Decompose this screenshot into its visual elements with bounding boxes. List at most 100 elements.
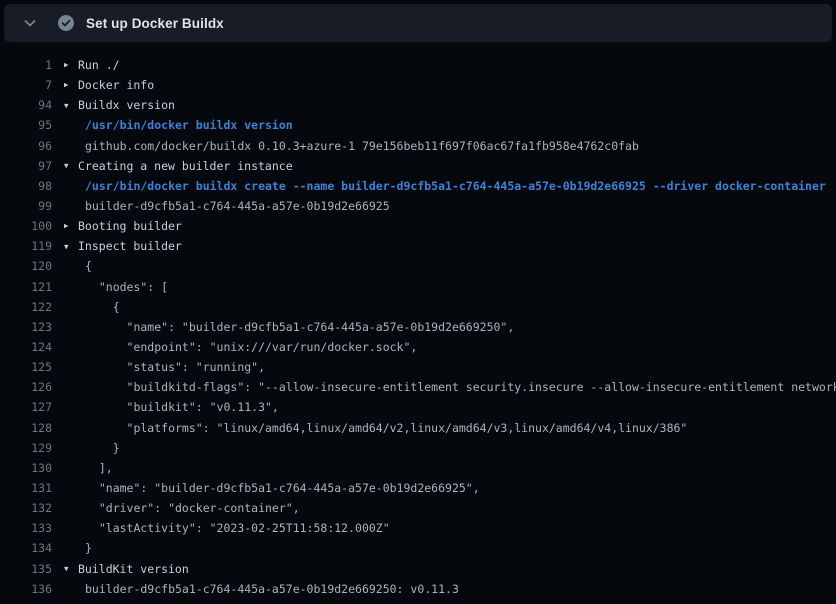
log-line: 130 ], — [0, 458, 836, 478]
log-line: 134} — [0, 538, 836, 558]
line-number[interactable]: 126 — [0, 380, 52, 394]
line-number[interactable]: 95 — [0, 118, 52, 132]
line-number[interactable]: 122 — [0, 300, 52, 314]
line-number[interactable]: 127 — [0, 400, 52, 414]
log-group-row[interactable]: 94 ▼ Buildx version — [0, 95, 836, 115]
line-number[interactable]: 125 — [0, 360, 52, 374]
group-label: BuildKit version — [78, 562, 189, 576]
log-line: 121 "nodes": [ — [0, 277, 836, 297]
output-text: builder-d9cfb5a1-c764-445a-a57e-0b19d2e6… — [78, 199, 390, 213]
group-label: Docker info — [78, 78, 154, 92]
log-group-row[interactable]: 100 ▶ Booting builder — [0, 216, 836, 236]
log-line: 129 } — [0, 438, 836, 458]
line-number[interactable]: 1 — [0, 58, 52, 72]
output-text: github.com/docker/buildx 0.10.3+azure-1 … — [78, 139, 639, 153]
line-number[interactable]: 97 — [0, 159, 52, 173]
log-line: 99 builder-d9cfb5a1-c764-445a-a57e-0b19d2… — [0, 196, 836, 216]
group-label: Run ./ — [78, 58, 120, 72]
disclosure-collapsed-icon[interactable]: ▶ — [64, 61, 69, 69]
line-number[interactable]: 135 — [0, 562, 52, 576]
output-text: "status": "running", — [78, 360, 265, 374]
output-text: } — [78, 541, 92, 555]
output-text: "endpoint": "unix:///var/run/docker.sock… — [78, 340, 417, 354]
step-header[interactable]: Set up Docker Buildx — [4, 4, 832, 42]
output-text: builder-d9cfb5a1-c764-445a-a57e-0b19d2e6… — [78, 582, 459, 596]
log-line: 136 builder-d9cfb5a1-c764-445a-a57e-0b19d… — [0, 579, 836, 599]
disclosure-expanded-icon[interactable]: ▼ — [64, 565, 69, 573]
log-line: 128 "platforms": "linux/amd64,linux/amd6… — [0, 418, 836, 438]
disclosure-expanded-icon[interactable]: ▼ — [64, 102, 69, 110]
line-number[interactable]: 134 — [0, 541, 52, 555]
log-line: 98/usr/bin/docker buildx create --name b… — [0, 176, 836, 196]
output-text: { — [78, 300, 120, 314]
gutter: ▶ — [52, 81, 78, 89]
line-number[interactable]: 124 — [0, 340, 52, 354]
gutter: ▼ — [52, 565, 78, 573]
line-number[interactable]: 128 — [0, 421, 52, 435]
log-group-row[interactable]: 135 ▼ BuildKit version — [0, 559, 836, 579]
log-viewer: 1 ▶ Run ./ 7 ▶ Docker info 94 ▼ Buildx version 95… — [0, 42, 836, 599]
log-line: 126 "buildkitd-flags": "--allow-insecure… — [0, 377, 836, 397]
output-text: ], — [78, 461, 113, 475]
log-group-row[interactable]: 7 ▶ Docker info — [0, 75, 836, 95]
output-text: { — [78, 259, 92, 273]
log-line: 120 { — [0, 256, 836, 276]
line-number[interactable]: 123 — [0, 320, 52, 334]
line-number[interactable]: 121 — [0, 280, 52, 294]
line-number[interactable]: 136 — [0, 582, 52, 596]
line-number[interactable]: 133 — [0, 521, 52, 535]
line-number[interactable]: 129 — [0, 441, 52, 455]
disclosure-collapsed-icon[interactable]: ▶ — [64, 81, 69, 89]
log-line: 127 "buildkit": "v0.11.3", — [0, 397, 836, 417]
output-text: "platforms": "linux/amd64,linux/amd64/v2… — [78, 421, 687, 435]
line-number[interactable]: 99 — [0, 199, 52, 213]
group-label: Buildx version — [78, 98, 175, 112]
line-number[interactable]: 120 — [0, 259, 52, 273]
log-line: 125 "status": "running", — [0, 357, 836, 377]
log-group-row[interactable]: 1 ▶ Run ./ — [0, 55, 836, 75]
output-text: "buildkitd-flags": "--allow-insecure-ent… — [78, 380, 836, 394]
log-line: 95/usr/bin/docker buildx version — [0, 115, 836, 135]
line-number[interactable]: 94 — [0, 98, 52, 112]
log-line: 122 { — [0, 297, 836, 317]
log-line: 133 "lastActivity": "2023-02-25T11:58:12… — [0, 518, 836, 538]
output-text: } — [78, 441, 120, 455]
output-text: "name": "builder-d9cfb5a1-c764-445a-a57e… — [78, 481, 480, 495]
line-number[interactable]: 132 — [0, 501, 52, 515]
line-number[interactable]: 100 — [0, 219, 52, 233]
step-title: Set up Docker Buildx — [86, 16, 224, 31]
command-text: /usr/bin/docker buildx version — [78, 118, 293, 132]
group-label: Inspect builder — [78, 239, 182, 253]
check-circle-icon — [58, 15, 74, 31]
output-text: "buildkit": "v0.11.3", — [78, 400, 279, 414]
disclosure-expanded-icon[interactable]: ▼ — [64, 162, 69, 170]
log-line: 131 "name": "builder-d9cfb5a1-c764-445a-… — [0, 478, 836, 498]
line-number[interactable]: 119 — [0, 239, 52, 253]
gutter: ▼ — [52, 162, 78, 170]
line-number[interactable]: 98 — [0, 179, 52, 193]
line-number[interactable]: 131 — [0, 481, 52, 495]
gutter: ▶ — [52, 222, 78, 230]
line-number[interactable]: 7 — [0, 78, 52, 92]
output-text: "lastActivity": "2023-02-25T11:58:12.000… — [78, 521, 390, 535]
line-number[interactable]: 96 — [0, 139, 52, 153]
log-line: 132 "driver": "docker-container", — [0, 498, 836, 518]
log-line: 96 github.com/docker/buildx 0.10.3+azure-… — [0, 136, 836, 156]
log-line: 124 "endpoint": "unix:///var/run/docker.… — [0, 337, 836, 357]
gutter: ▼ — [52, 243, 78, 251]
gutter: ▼ — [52, 102, 78, 110]
output-text: "nodes": [ — [78, 280, 168, 294]
disclosure-collapsed-icon[interactable]: ▶ — [64, 222, 69, 230]
chevron-down-icon — [22, 15, 38, 31]
output-text: "driver": "docker-container", — [78, 501, 300, 515]
command-text: /usr/bin/docker buildx create --name bui… — [78, 179, 826, 193]
line-number[interactable]: 130 — [0, 461, 52, 475]
group-label: Booting builder — [78, 219, 182, 233]
group-label: Creating a new builder instance — [78, 159, 293, 173]
output-text: "name": "builder-d9cfb5a1-c764-445a-a57e… — [78, 320, 514, 334]
gutter: ▶ — [52, 61, 78, 69]
log-line: 123 "name": "builder-d9cfb5a1-c764-445a-… — [0, 317, 836, 337]
log-group-row[interactable]: 97 ▼ Creating a new builder instance — [0, 156, 836, 176]
log-group-row[interactable]: 119 ▼ Inspect builder — [0, 236, 836, 256]
disclosure-expanded-icon[interactable]: ▼ — [64, 243, 69, 251]
